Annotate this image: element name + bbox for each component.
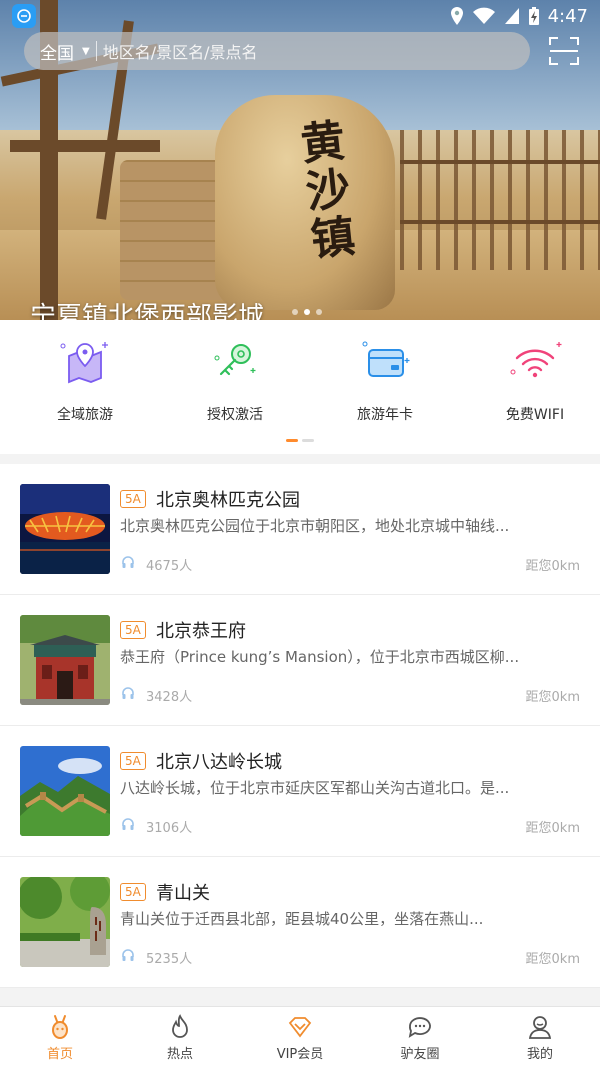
tab-label: 首页: [46, 1047, 73, 1062]
attraction-title: 青山关: [156, 883, 210, 904]
attraction-thumbnail: [20, 484, 110, 574]
page-indicator-active: [286, 439, 298, 442]
banner-wood-beam: [10, 140, 160, 152]
headphone-icon: [122, 687, 134, 699]
list-item[interactable]: 5A 北京奥林匹克公园 北京奥林匹克公园位于北京市朝阳区，地处北京城中轴线...…: [0, 464, 600, 595]
list-item[interactable]: 5A 北京恭王府 恭王府（Prince kung’s Mansion），位于北京…: [0, 595, 600, 726]
headphone-icon: [122, 949, 134, 961]
attraction-description: 恭王府（Prince kung’s Mansion），位于北京市西城区柳...: [120, 648, 520, 666]
rating-badge: 5A: [120, 490, 146, 508]
tab-label: 热点: [166, 1047, 193, 1062]
search-input[interactable]: 地区名/景区名/景点名: [103, 39, 258, 63]
rating-badge: 5A: [120, 752, 146, 770]
headphone-icon: [122, 556, 134, 568]
donkey-home-icon: [52, 1015, 68, 1039]
distance: 距您0km: [525, 690, 580, 705]
tab-friends[interactable]: 驴友圈: [360, 1007, 480, 1067]
tab-label: VIP会员: [276, 1047, 324, 1062]
banner-dot: [316, 309, 322, 315]
attraction-thumbnail: [20, 746, 110, 836]
region-selector[interactable]: 全国: [40, 39, 74, 64]
bottom-tab-bar: 首页 热点 VIP会员 驴友圈 我的: [0, 1006, 600, 1067]
status-icons: 4:47: [450, 6, 588, 27]
card-icon: [362, 341, 410, 377]
scan-icon[interactable]: [548, 36, 580, 66]
quick-item-region-travel[interactable]: 全域旅游: [10, 338, 160, 424]
quick-item-activate[interactable]: 授权激活: [160, 338, 310, 424]
banner-fence-rail: [400, 160, 600, 164]
quick-menu: 全域旅游 授权激活 旅游年卡 免费WIFI: [0, 320, 600, 454]
attraction-description: 八达岭长城，位于北京市延庆区军都山关沟古道北口。是...: [120, 779, 510, 797]
banner-dot: [292, 309, 298, 315]
tab-hot[interactable]: 热点: [120, 1007, 240, 1067]
user-icon: [528, 1016, 552, 1039]
quick-item-label: 免费WIFI: [505, 407, 565, 423]
headphone-icon: [122, 818, 134, 830]
caret-down-icon[interactable]: ▼: [82, 46, 90, 57]
banner-fence-rail: [400, 220, 600, 224]
search-divider: [95, 41, 97, 61]
search-bar[interactable]: 全国 ▼ 地区名/景区名/景点名: [24, 32, 530, 70]
attraction-thumbnail: [20, 615, 110, 705]
page-indicator: [302, 439, 314, 442]
location-icon: [450, 7, 463, 25]
banner-dot-active: [304, 309, 310, 315]
quick-item-annual-card[interactable]: 旅游年卡: [310, 338, 460, 424]
attraction-description: 青山关位于迁西县北部，距县城40公里，坐落在燕山...: [120, 910, 484, 928]
chat-bubble-icon: [408, 1017, 431, 1038]
listener-count: 3428人: [146, 690, 193, 705]
tab-profile[interactable]: 我的: [480, 1007, 600, 1067]
status-bar: 4:47: [0, 0, 600, 32]
flame-icon: [172, 1014, 188, 1038]
battery-charging-icon: [528, 7, 539, 25]
quick-menu-page-indicator: [286, 439, 314, 442]
attraction-thumbnail: [20, 877, 110, 967]
app-screen: 黄沙镇 宁夏镇北堡西部影城 4:47 全国 ▼ 地区名/景区名/景点名 全域旅游…: [0, 0, 600, 1067]
list-item[interactable]: 5A 青山关 青山关位于迁西县北部，距县城40公里，坐落在燕山... 5235人…: [0, 857, 600, 988]
listener-count: 4675人: [146, 559, 193, 574]
app-notification-icon: [12, 4, 36, 28]
listener-count: 5235人: [146, 952, 193, 967]
distance: 距您0km: [525, 821, 580, 836]
quick-item-label: 授权激活: [207, 407, 263, 423]
banner-indicator: [292, 309, 322, 315]
attraction-title: 北京奥林匹克公园: [156, 490, 300, 511]
list-item[interactable]: 5A 北京八达岭长城 八达岭长城，位于北京市延庆区军都山关沟古道北口。是... …: [0, 726, 600, 857]
wifi-icon: [510, 342, 562, 378]
banner-caption: 宁夏镇北堡西部影城: [30, 302, 265, 320]
attraction-title: 北京恭王府: [156, 621, 246, 642]
tab-home[interactable]: 首页: [0, 1007, 120, 1067]
wifi-signal-icon: [472, 7, 495, 24]
vip-diamond-icon: [288, 1017, 312, 1038]
tab-label: 驴友圈: [400, 1047, 440, 1062]
cell-signal-icon: [504, 8, 519, 24]
quick-item-label: 全域旅游: [57, 407, 113, 423]
quick-item-free-wifi[interactable]: 免费WIFI: [460, 338, 600, 424]
tab-label: 我的: [526, 1047, 553, 1062]
listener-count: 3106人: [146, 821, 193, 836]
attraction-title: 北京八达岭长城: [156, 752, 282, 773]
rating-badge: 5A: [120, 883, 146, 901]
attraction-description: 北京奥林匹克公园位于北京市朝阳区，地处北京城中轴线...: [120, 517, 510, 535]
map-pin-icon: [60, 342, 108, 384]
distance: 距您0km: [525, 952, 580, 967]
attraction-list: 5A 北京奥林匹克公园 北京奥林匹克公园位于北京市朝阳区，地处北京城中轴线...…: [0, 464, 600, 988]
key-icon: [214, 344, 256, 376]
quick-item-label: 旅游年卡: [357, 407, 413, 423]
banner-fence: [400, 130, 600, 270]
tab-vip[interactable]: VIP会员: [240, 1007, 360, 1067]
distance: 距您0km: [525, 559, 580, 574]
rating-badge: 5A: [120, 621, 146, 639]
status-time: 4:47: [547, 5, 588, 27]
